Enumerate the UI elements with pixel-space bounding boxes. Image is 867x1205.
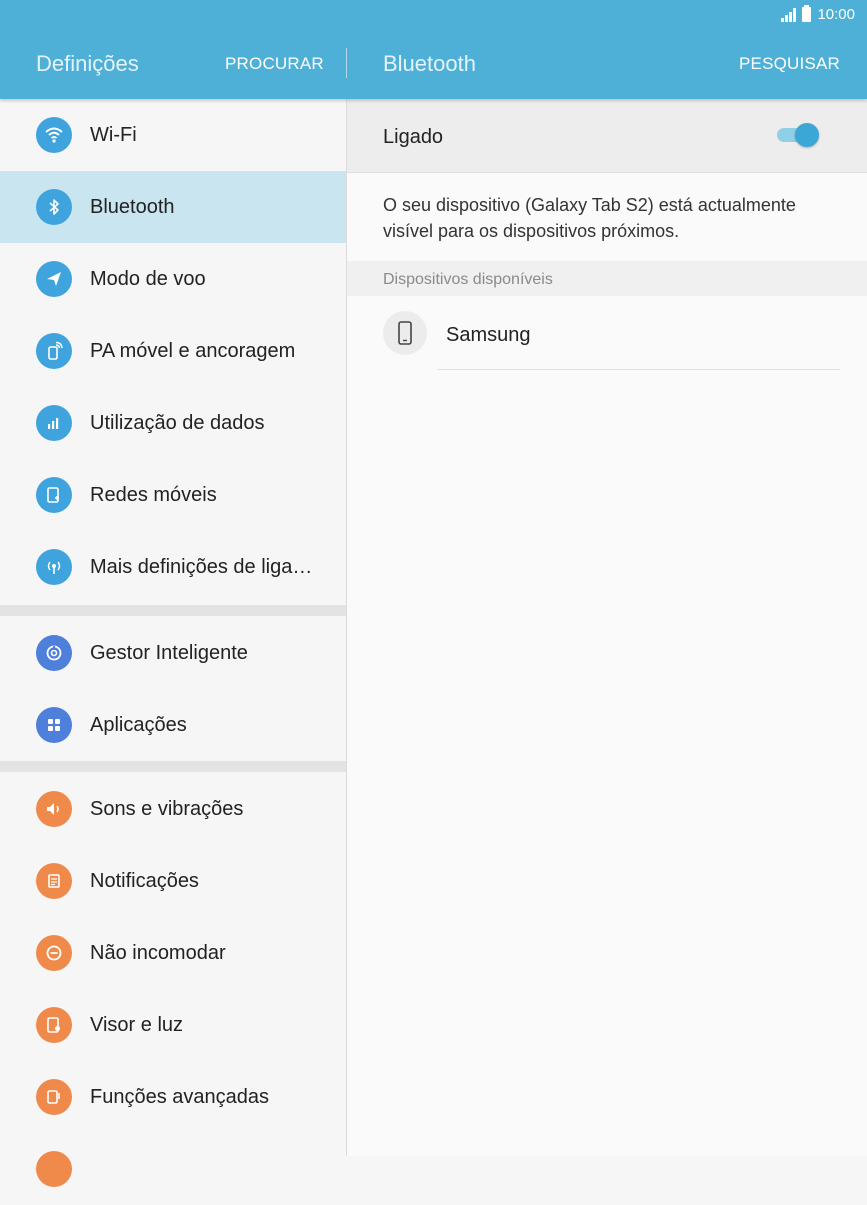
sidebar-item-label: PA móvel e ancoragem [90,340,296,362]
sidebar-item-label: Funções avançadas [90,1086,270,1108]
sidebar-item-label: Bluetooth [90,196,175,218]
sound-icon [36,791,72,827]
bluetooth-icon [36,189,72,225]
display-icon [36,1007,72,1043]
partial-item-icon [36,1151,72,1187]
sidebar-item-label: Utilização de dados [90,412,265,434]
section-separator [0,605,346,616]
sidebar-item-wifi[interactable]: Wi-Fi [0,99,346,171]
search-settings-button[interactable]: PROCURAR [225,54,324,74]
phone-icon [383,311,427,355]
sidebar-item-label: Não incomodar [90,942,226,964]
sidebar-item-more-connections[interactable]: Mais definições de liga… [0,531,346,603]
sidebar-item-display[interactable]: Visor e luz [0,989,346,1061]
switch-knob [795,123,819,147]
sidebar-item-data-usage[interactable]: Utilização de dados [0,387,346,459]
available-devices-header: Dispositivos disponíveis [347,261,867,296]
page-title: Bluetooth [383,51,476,76]
sidebar-item-label: Visor e luz [90,1014,184,1036]
advanced-features-icon [36,1079,72,1115]
status-time: 10:00 [817,6,855,23]
sidebar-item-bluetooth[interactable]: Bluetooth [0,171,346,243]
wifi-icon [36,117,72,153]
settings-sidebar: Wi-Fi Bluetooth Modo de voo PA móvel e a… [0,99,346,1187]
scan-devices-button[interactable]: PESQUISAR [739,54,840,74]
data-usage-icon [36,405,72,441]
sidebar-item-label: Aplicações [90,714,187,736]
signal-icon [781,7,797,22]
sidebar-item-partial[interactable] [0,1133,346,1205]
section-label: Dispositivos disponíveis [383,271,553,288]
sidebar-item-mobile-networks[interactable]: Redes móveis [0,459,346,531]
sidebar-item-label: Notificações [90,870,199,892]
visibility-description: O seu dispositivo (Galaxy Tab S2) está a… [383,195,796,241]
sidebar-item-label: Sons e vibrações [90,798,244,820]
bluetooth-switch[interactable] [777,123,819,147]
sidebar-item-airplane-mode[interactable]: Modo de voo [0,243,346,315]
sidebar-item-label: Mais definições de liga… [90,556,313,578]
sidebar-item-advanced-features[interactable]: Funções avançadas [0,1061,346,1133]
status-bar: 10:00 [0,0,867,32]
status-icons: 10:00 [781,5,855,23]
sidebar-item-notifications[interactable]: Notificações [0,845,346,917]
apps-icon [36,707,72,743]
sidebar-item-label: Wi-Fi [90,124,137,146]
sidebar-item-hotspot[interactable]: PA móvel e ancoragem [0,315,346,387]
hotspot-icon [36,333,72,369]
more-connections-icon [36,549,72,585]
device-name: Samsung [446,324,531,346]
sidebar-item-sounds[interactable]: Sons e vibrações [0,773,346,845]
sidebar-item-apps[interactable]: Aplicações [0,689,346,761]
airplane-icon [36,261,72,297]
settings-title: Definições [36,51,139,76]
device-item-samsung[interactable]: Samsung [347,296,867,370]
header-divider [346,48,347,78]
sidebar-item-smart-manager[interactable]: Gestor Inteligente [0,617,346,689]
battery-icon [802,5,812,22]
device-divider [437,369,840,370]
do-not-disturb-icon [36,935,72,971]
smart-manager-icon [36,635,72,671]
app-bar: Definições PROCURAR Bluetooth PESQUISAR [0,32,867,99]
mobile-networks-icon [36,477,72,513]
section-separator [0,761,346,772]
sidebar-item-label: Redes móveis [90,484,217,506]
sidebar-item-label: Gestor Inteligente [90,642,248,664]
sidebar-item-do-not-disturb[interactable]: Não incomodar [0,917,346,989]
notifications-icon [36,863,72,899]
bluetooth-pane: Ligado O seu dispositivo (Galaxy Tab S2)… [347,99,867,1156]
bluetooth-toggle-row[interactable]: Ligado [347,99,867,173]
sidebar-item-label: Modo de voo [90,268,206,290]
toggle-label: Ligado [383,126,444,148]
